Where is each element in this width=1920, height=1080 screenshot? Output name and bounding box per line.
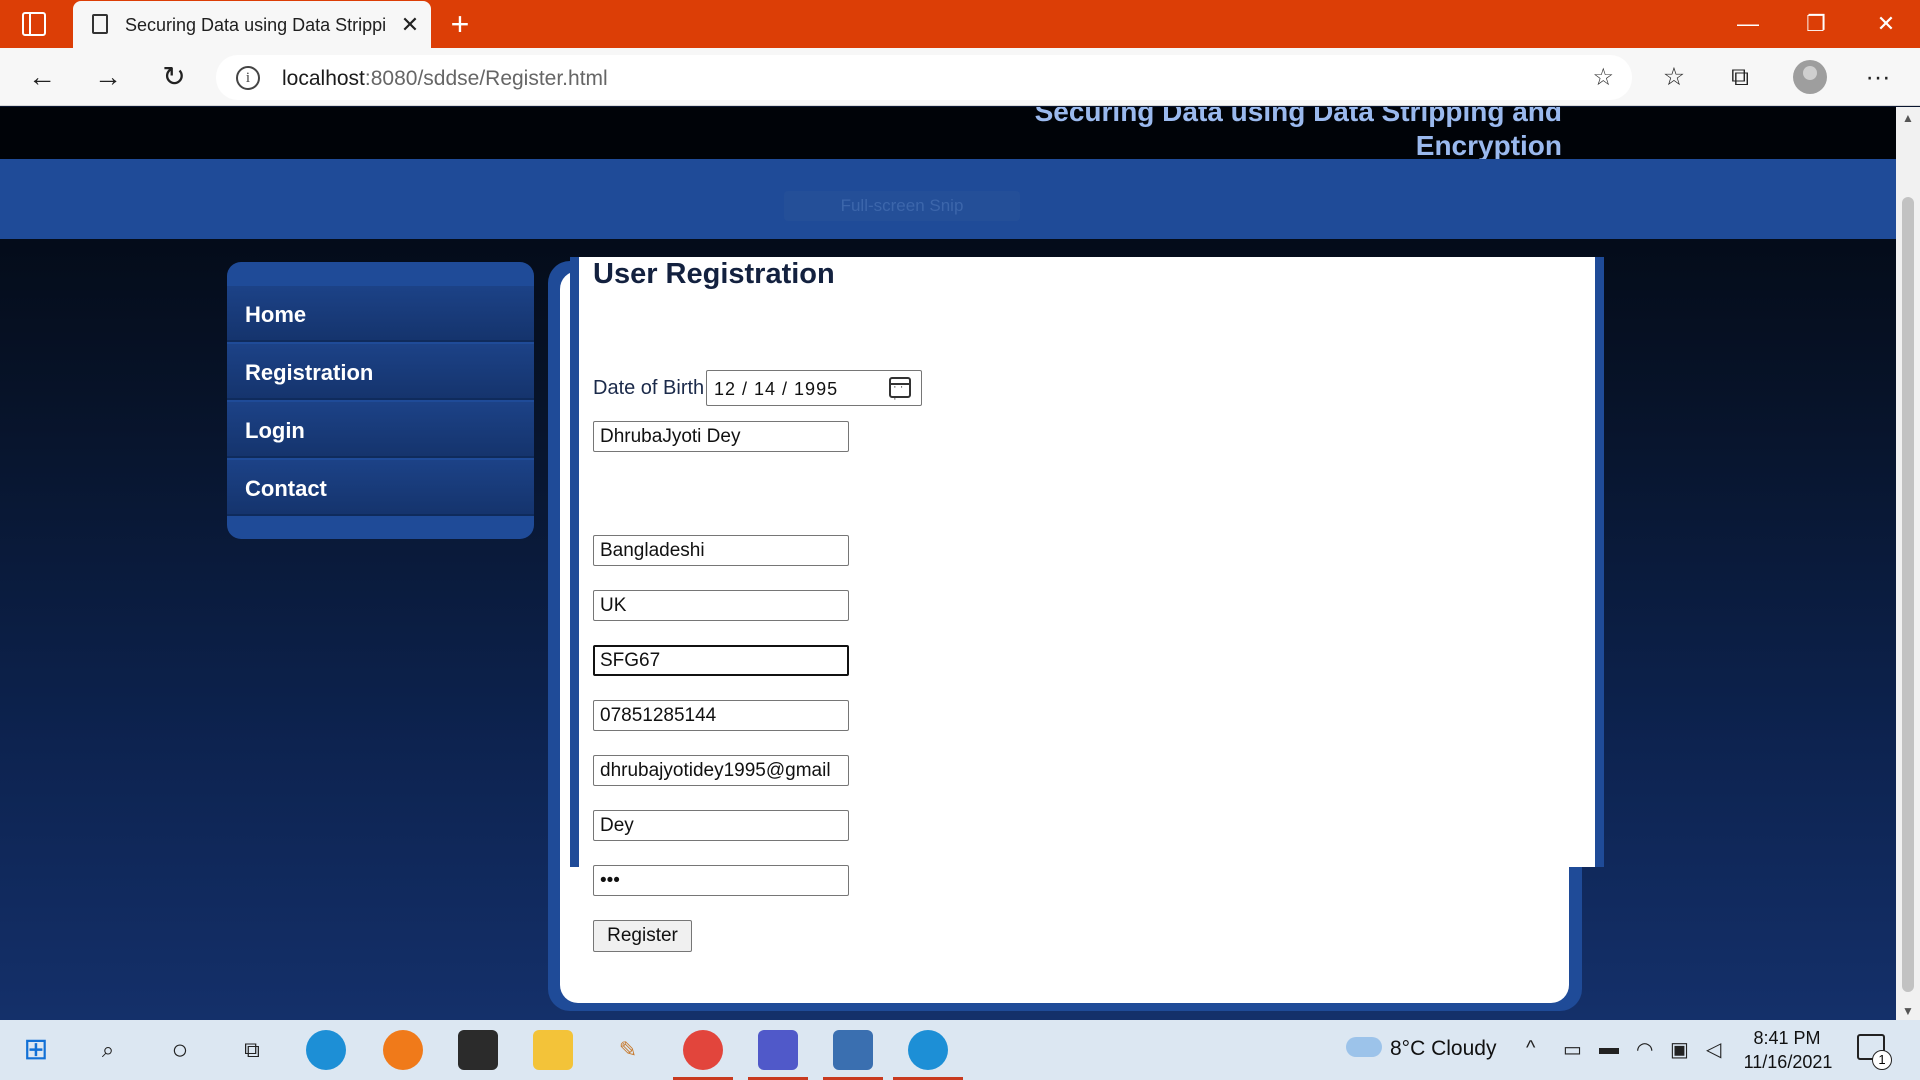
browser-titlebar: Securing Data using Data Stripping and E… [0,0,1920,48]
country-field[interactable] [593,590,849,621]
email-field[interactable] [593,755,849,786]
tray-overflow-icon[interactable]: ^ [1526,1037,1535,1060]
teams-icon[interactable] [758,1030,798,1070]
dob-field[interactable]: 12 / 14 / 1995 [706,370,922,406]
site-info-icon[interactable]: i [236,66,260,90]
battery-icon[interactable]: ▬ [1599,1037,1619,1060]
new-tab-button[interactable]: + [444,6,476,42]
task-view-icon[interactable]: ⧉ [232,1030,272,1070]
site-header: Securing Data using Data Stripping and E… [0,107,1896,161]
calendar-icon[interactable] [889,377,911,405]
start-icon[interactable]: ⊞ [16,1030,56,1070]
profile-avatar[interactable] [1793,60,1827,94]
close-window-button[interactable]: ✕ [1866,8,1906,40]
browser-toolbar: ← → ↻ i localhost:8080/sddse/Register.ht… [0,48,1920,106]
file-explorer-icon[interactable] [533,1030,573,1070]
search-icon[interactable]: ⌕ [88,1030,128,1070]
scroll-down-icon[interactable]: ▼ [1902,1004,1914,1018]
tab-title: Securing Data using Data Stripping and E… [125,15,385,35]
windows-taskbar: ⊞ ⌕ ○ ⧉ ✎ 8°C Cloudy ^ ▭ ▬ ◠ ▣ ◁ 8:41 PM… [0,1020,1920,1080]
virtualbox-icon[interactable] [833,1030,873,1070]
dob-label: Date of Birth [593,377,705,399]
menu-label: Login [245,418,305,443]
weather-text: 8°C Cloudy [1390,1037,1497,1060]
paint-icon[interactable]: ✎ [608,1030,648,1070]
chrome-icon[interactable] [683,1030,723,1070]
register-button[interactable]: Register [593,920,692,952]
fullscreen-snip-tip[interactable]: Full-screen Snip [784,191,1020,221]
add-favorite-icon[interactable]: ☆ [1592,63,1614,92]
dob-value: 12 / 14 / 1995 [714,379,839,399]
collections-icon[interactable]: ⧉ [1723,60,1757,94]
site-title-line1: Securing Data using Data Stripping and [1034,107,1562,127]
scroll-up-icon[interactable]: ▲ [1902,111,1914,125]
browser-tab[interactable]: Securing Data using Data Stripping and E… [73,1,431,48]
cloud-icon [1346,1037,1382,1057]
menu-label: Home [245,302,307,327]
edge-icon[interactable] [306,1030,346,1070]
menu-item-login[interactable]: Login [227,402,534,458]
site-banner: Full-screen Snip [0,159,1896,239]
page-scrollbar[interactable]: ▲ ▼ [1896,107,1920,1020]
address-bar[interactable]: i localhost:8080/sddse/Register.html ☆ [216,55,1632,100]
phone-field[interactable] [593,700,849,731]
firefox-icon[interactable] [383,1030,423,1070]
restore-button[interactable]: ❐ [1796,8,1836,40]
menu-label: Contact [245,476,327,501]
form-title: User Registration [593,258,835,290]
menu-item-registration[interactable]: Registration [227,344,534,400]
network-icon[interactable]: ▣ [1670,1037,1689,1062]
username-field[interactable] [593,810,849,841]
menu-label: Registration [245,360,374,385]
postcode-field[interactable] [593,645,849,676]
wifi-icon[interactable]: ◠ [1636,1037,1653,1062]
store-icon[interactable] [458,1030,498,1070]
tab-actions-icon[interactable] [22,12,46,36]
clock-date[interactable]: 11/16/2021 [1738,1052,1838,1073]
menu-item-home[interactable]: Home [227,286,534,342]
tab-close-icon[interactable]: ✕ [396,11,424,39]
nationality-field[interactable] [593,535,849,566]
password-field[interactable] [593,865,849,896]
back-button[interactable]: ← [22,57,62,97]
volume-icon[interactable]: ◁ [1706,1037,1721,1062]
clock-time[interactable]: 8:41 PM [1752,1028,1822,1049]
weather-widget[interactable]: 8°C Cloudy [1346,1037,1496,1061]
reload-button[interactable]: ↻ [154,57,194,97]
name-field[interactable] [593,421,849,452]
notification-badge: 1 [1872,1050,1892,1070]
side-menu: Home Registration Login Contact [227,262,534,539]
site-title: Securing Data using Data Stripping and E… [862,107,1562,163]
edge-active-icon[interactable] [908,1030,948,1070]
menu-item-contact[interactable]: Contact [227,460,534,516]
scroll-thumb[interactable] [1902,197,1914,992]
forward-button[interactable]: → [88,57,128,97]
more-menu-icon[interactable]: ··· [1861,60,1895,94]
page-icon [92,14,108,34]
cortana-icon[interactable]: ○ [160,1030,200,1070]
url-text[interactable]: localhost:8080/sddse/Register.html [282,67,608,91]
site-title-line2: Encryption [1415,130,1562,161]
minimize-button[interactable]: — [1728,8,1768,40]
favorites-icon[interactable]: ☆ [1657,60,1691,94]
meet-icon[interactable]: ▭ [1563,1037,1582,1062]
